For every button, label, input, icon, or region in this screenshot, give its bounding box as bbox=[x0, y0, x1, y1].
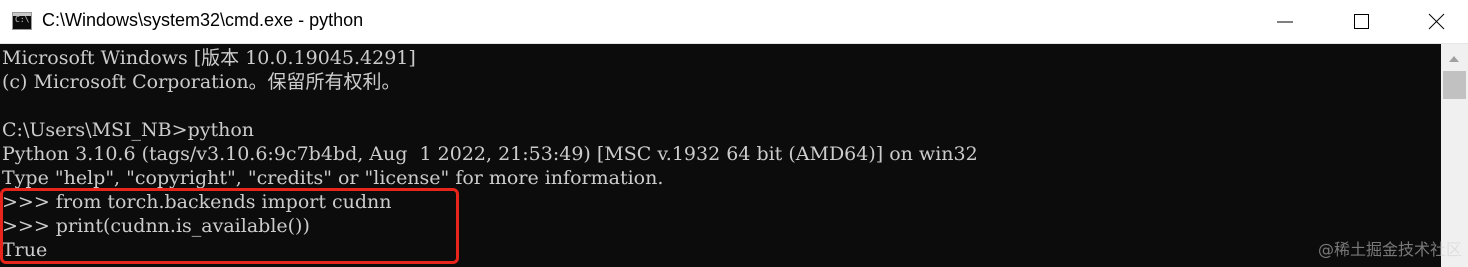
maximize-button[interactable] bbox=[1331, 0, 1393, 44]
console-line: Microsoft Windows [版本 10.0.19045.4291] bbox=[2, 47, 416, 69]
minimize-icon bbox=[1277, 21, 1293, 23]
minimize-button[interactable] bbox=[1254, 0, 1316, 44]
close-icon bbox=[1428, 13, 1445, 30]
maximize-icon bbox=[1354, 14, 1369, 29]
console-line: True bbox=[2, 239, 48, 261]
scroll-up-arrow-icon[interactable] bbox=[1449, 56, 1459, 62]
console-line: >>> print(cudnn.is_available()) bbox=[2, 215, 310, 237]
close-button[interactable] bbox=[1406, 0, 1468, 44]
cmd-icon[interactable]: C:\ bbox=[12, 12, 32, 30]
console-window: C:\ C:\Windows\system32\cmd.exe - python… bbox=[0, 0, 1468, 267]
scroll-thumb[interactable] bbox=[1443, 71, 1466, 99]
console-line: Python 3.10.6 (tags/v3.10.6:9c7b4bd, Aug… bbox=[2, 143, 978, 165]
console-line: (c) Microsoft Corporation。保留所有权利。 bbox=[2, 71, 401, 93]
console-line: Type "help", "copyright", "credits" or "… bbox=[2, 167, 664, 189]
window-title: C:\Windows\system32\cmd.exe - python bbox=[42, 10, 364, 30]
title-bar[interactable]: C:\ C:\Windows\system32\cmd.exe - python bbox=[0, 0, 1468, 44]
console-line: C:\Users\MSI_NB>python bbox=[2, 119, 255, 141]
console-output[interactable]: Microsoft Windows [版本 10.0.19045.4291] (… bbox=[0, 44, 1441, 267]
console-line: >>> from torch.backends import cudnn bbox=[2, 191, 392, 213]
watermark: @稀土掘金技术社区 bbox=[1317, 240, 1462, 259]
vertical-scrollbar[interactable] bbox=[1441, 44, 1468, 267]
